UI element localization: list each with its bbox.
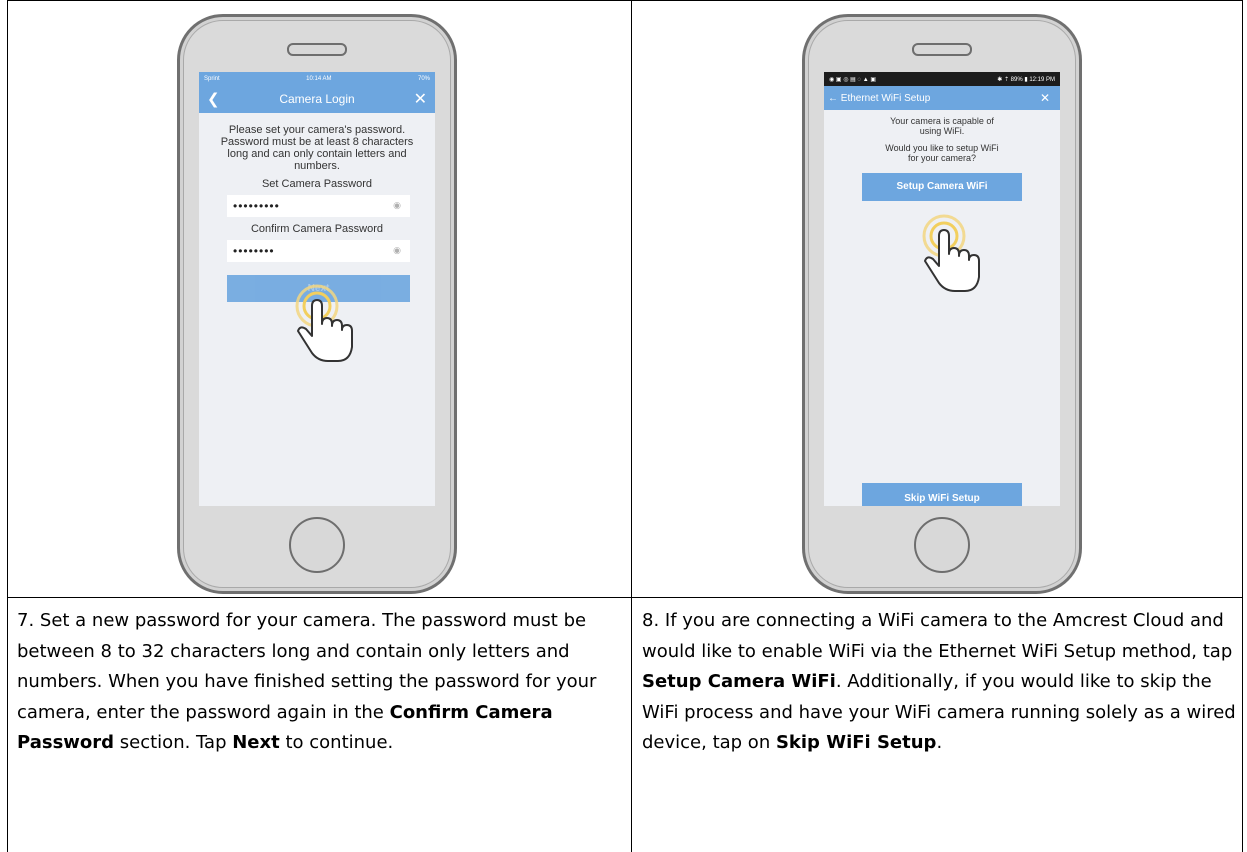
wifi-capable-message: Your camera is capable of using WiFi. [890,116,994,136]
home-button[interactable] [289,517,345,573]
status-bar: Sprint 10:14 AM 70% [199,72,435,85]
skip-wifi-setup-button[interactable]: Skip WiFi Setup [862,483,1022,506]
step-8-text: 8. If you are connecting a WiFi camera t… [642,610,1233,662]
step-8-text: . [936,732,943,753]
back-chevron-icon[interactable]: ❮ [207,90,220,108]
setup-camera-wifi-button[interactable]: Setup Camera WiFi [862,173,1022,201]
set-password-field[interactable]: ••••••••• ◉ [227,195,410,217]
tap-hand-icon [295,284,353,362]
table-border-right [1242,0,1243,852]
system-status: ✱ ⇡ 89% ▮ 12:19 PM [997,76,1055,83]
table-column-divider [631,0,632,852]
confirm-password-field[interactable]: •••••••• ◉ [227,240,410,262]
speaker-grille [912,43,972,56]
tap-hand-icon [922,214,980,292]
table-border-left [7,0,8,852]
setup-camera-wifi-label: Setup Camera WiFi [896,181,988,192]
step-7-text: section. Tap [114,732,233,753]
step-7-bold-next: Next [232,732,280,753]
step-8-bold-skip: Skip WiFi Setup [775,732,937,753]
screen-title: Camera Login [279,92,355,106]
step-8-instructions: 8. If you are connecting a WiFi camera t… [642,606,1237,759]
set-password-label: Set Camera Password [261,178,373,190]
screen-title[interactable]: ← Ethernet WiFi Setup [828,93,930,104]
close-icon[interactable]: ✕ [1040,91,1050,105]
password-instructions: Please set your camera's password. Passw… [220,124,414,172]
skip-wifi-setup-label: Skip WiFi Setup [904,493,980,504]
set-password-value: ••••••••• [233,199,280,213]
show-password-icon[interactable]: ◉ [393,200,402,211]
step-8-bold-setup: Setup Camera WiFi [642,671,836,692]
table-row-divider [7,597,1243,598]
instruction-table: Sprint 10:14 AM 70% ❮ Camera Login ✕ Ple… [7,0,1243,852]
phone-mockup-camera-login: Sprint 10:14 AM 70% ❮ Camera Login ✕ Ple… [177,14,457,594]
home-button[interactable] [914,517,970,573]
battery-label: 70% [417,75,430,82]
step-7-instructions: 7. Set a new password for your camera. T… [17,606,617,759]
confirm-password-label: Confirm Camera Password [250,223,384,235]
status-bar: ◉ ▣ ◎ ▤ ◌ ▲ ▣ ✱ ⇡ 89% ▮ 12:19 PM [824,72,1060,86]
step-7-text: to continue. [279,732,394,753]
close-icon[interactable]: ✕ [414,89,427,109]
wifi-setup-question: Would you like to setup WiFi for your ca… [885,143,999,163]
show-password-icon[interactable]: ◉ [393,245,402,256]
speaker-grille [287,43,347,56]
carrier-label: Sprint [204,75,220,82]
nav-bar: ← Ethernet WiFi Setup ✕ [824,86,1060,110]
table-border-top [7,0,1243,1]
time-label: 10:14 AM [306,75,332,82]
nav-bar: ❮ Camera Login ✕ [199,85,435,113]
phone-mockup-wifi-setup: ◉ ▣ ◎ ▤ ◌ ▲ ▣ ✱ ⇡ 89% ▮ 12:19 PM ← Ether… [802,14,1082,594]
confirm-password-value: •••••••• [233,244,275,258]
notification-icons: ◉ ▣ ◎ ▤ ◌ ▲ ▣ [829,76,876,83]
